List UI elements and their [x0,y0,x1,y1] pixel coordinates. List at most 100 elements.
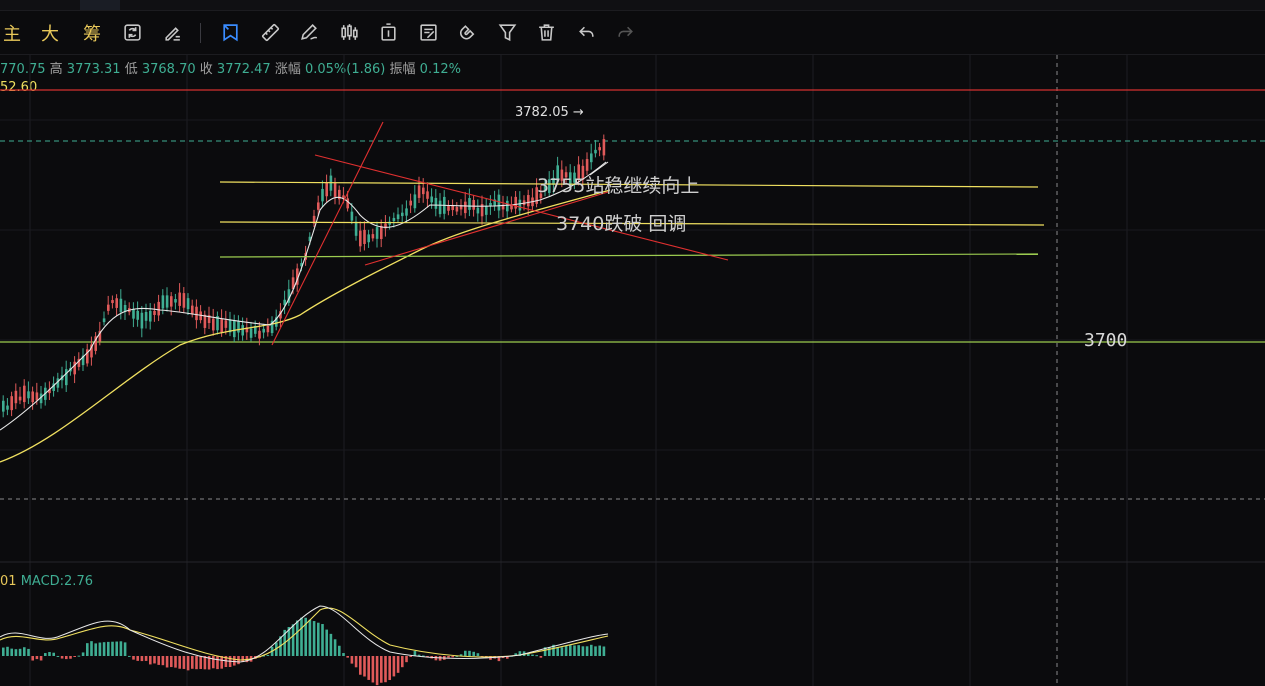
macd-bar [363,656,366,677]
candle-body [203,314,207,328]
macd-bar [380,656,383,683]
macd-bar [233,656,236,666]
candle-body [186,298,190,310]
macd-bar [388,656,391,681]
candle-body [182,293,186,308]
candle-body [363,229,366,244]
macd-bar [48,652,51,656]
macd-bar [581,646,585,656]
macd-label: 01 MACD:2.76 [0,574,93,589]
macd-bar [585,646,589,656]
macd-bar [220,656,223,669]
macd-bar [338,645,341,656]
candle-body [165,295,169,308]
macd-bar [312,621,316,656]
candle-body [472,199,475,210]
candle-body [119,298,123,313]
macd-bar [329,633,333,656]
macd-bar [107,641,110,656]
candle-body [350,211,354,221]
candle-body [396,214,400,220]
macd-histogram [0,605,609,686]
candle-body [224,320,228,328]
candle-body [455,207,459,212]
candle-body [191,305,194,315]
macd-bar [102,642,106,656]
macd-bar [115,641,118,656]
candle-body [598,147,601,151]
macd-bar [73,656,76,657]
macd-bar [81,652,85,656]
candle-body [14,390,18,404]
ma-slow-line [0,189,611,463]
macd-bar [149,656,152,665]
candle-body [27,391,30,399]
macd-bar [136,656,139,661]
candle-body [65,369,68,386]
candle-body [10,396,13,411]
macd-bar [602,646,606,656]
macd-bar [199,656,202,669]
macd-bar [590,644,593,656]
candle-body [333,182,337,197]
macd-bar [594,646,597,656]
macd-bar [296,620,299,656]
macd-bar [178,656,181,669]
candle-body [258,330,261,339]
macd-bar [308,619,312,656]
macd-bar [598,645,601,656]
candle-body [392,217,396,222]
price-chart[interactable] [0,0,1265,686]
annotation-lower[interactable]: 3740跌破 回调 [556,209,686,236]
candle-body [18,396,22,401]
macd-bar [186,656,190,671]
candle-body [464,201,467,214]
candle-body [354,221,358,236]
candle-body [405,208,408,216]
candle-body [321,188,324,202]
macd-bar [144,656,148,661]
macd-bar [195,656,198,670]
candle-body [413,194,417,209]
candle-body [23,385,26,403]
macd-bar [6,646,9,656]
candle-body [115,298,118,308]
candle-body [417,185,421,198]
macd-bar [447,656,450,658]
candle-body [233,320,236,338]
candle-body [212,318,215,331]
candle-body [426,191,429,199]
candle-body [594,149,597,154]
candle-body [153,310,156,315]
macd-bar [325,629,328,656]
candle-body [380,225,383,240]
macd-bar [52,652,55,656]
candle-body [144,311,148,321]
macd-bar [170,656,173,668]
candle-body [585,159,589,171]
macd-bar [346,656,349,658]
macd-bar [39,656,43,661]
annotation-upper[interactable]: 3755站稳继续向上 [537,171,699,198]
level-label-3700[interactable]: 3700 [1084,330,1127,351]
candle-body [174,299,177,303]
candle-body [367,234,370,243]
macd-bar [333,639,337,656]
macd-bar [266,655,270,657]
macd-bar [60,656,64,659]
macd-bar [573,645,576,656]
macd-bar [90,641,93,656]
macd-bar [165,656,169,668]
macd-bar [77,655,81,657]
macd-value: MACD:2.76 [20,574,93,589]
macd-bar [140,656,144,662]
candle-body [6,405,9,410]
candle-body [476,207,480,214]
macd-bar [27,648,30,656]
candle-body [195,306,198,321]
macd-bar [14,649,18,656]
candle-body [2,400,5,412]
macd-bar [569,645,572,656]
macd-bar [23,647,26,656]
macd-prefix: 01 [0,574,17,589]
